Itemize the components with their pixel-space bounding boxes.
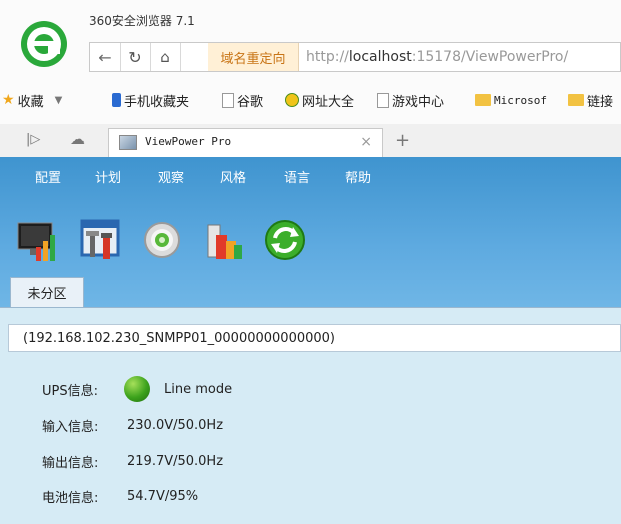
redirect-badge[interactable]: 域名重定向: [208, 43, 299, 71]
bookmark-directory[interactable]: 网址大全: [285, 88, 354, 112]
new-tab-button[interactable]: +: [395, 130, 410, 151]
device-header[interactable]: (192.168.102.230_SNMPP01_00000000000000): [8, 324, 621, 352]
phone-icon: [112, 93, 121, 107]
bookmark-favorites[interactable]: ★ 收藏 ▼: [2, 88, 62, 112]
bookmark-phone[interactable]: 手机收藏夹: [112, 88, 189, 112]
back-button[interactable]: ←: [90, 43, 121, 71]
globe-icon: [285, 93, 299, 107]
address-bar[interactable]: ← ↻ ⌂ 域名重定向 http://localhost:15178/ViewP…: [89, 42, 621, 72]
tab-ungrouped[interactable]: 未分区: [10, 277, 84, 307]
menu-bar: 配置 计划 观察 风格 语言 帮助: [0, 167, 621, 187]
battery-info-value: 54.7V/95%: [127, 488, 199, 504]
monitor-chart-icon[interactable]: [16, 217, 60, 263]
bookmark-label: 收藏: [17, 94, 44, 110]
star-plus-icon: ★: [2, 92, 15, 108]
refresh-circle-icon[interactable]: [263, 217, 307, 263]
bookmark-label: 链接: [587, 94, 614, 110]
browser-chrome: 360安全浏览器 7.1 ← ↻ ⌂ 域名重定向 http://localhos…: [0, 0, 621, 158]
tab-title: ViewPower Pro: [145, 135, 232, 148]
url-field[interactable]: http://localhost:15178/ViewPowerPro/: [306, 43, 568, 71]
bookmarks-bar: ★ 收藏 ▼ 手机收藏夹 谷歌 网址大全 游戏中心 Microsof 链接: [0, 88, 621, 112]
bookmark-microsoft[interactable]: Microsof: [475, 88, 547, 112]
folder-icon: [568, 94, 584, 106]
close-tab-icon[interactable]: ×: [360, 134, 372, 150]
home-icon: ⌂: [160, 48, 170, 66]
refresh-icon: ↻: [128, 47, 142, 67]
bookmark-label: 谷歌: [237, 94, 264, 110]
output-info-row: 输出信息: 219.7V/50.0Hz: [42, 450, 223, 472]
settings-tools-icon[interactable]: [78, 217, 122, 263]
menu-view[interactable]: 观察: [158, 167, 184, 186]
page-icon: [222, 92, 234, 108]
tab-viewpower[interactable]: ViewPower Pro ×: [108, 128, 383, 157]
menu-schedule[interactable]: 计划: [95, 167, 121, 186]
chevron-down-icon: ▼: [54, 94, 63, 106]
bar-chart-icon[interactable]: [202, 217, 246, 263]
browser-logo-icon: [21, 21, 67, 67]
bookmark-google[interactable]: 谷歌: [222, 88, 263, 112]
input-info-row: 输入信息: 230.0V/50.0Hz: [42, 414, 223, 436]
input-info-label: 输入信息:: [42, 419, 99, 435]
cloud-icon[interactable]: ☁: [70, 130, 85, 148]
status-indicator-icon: [124, 376, 150, 402]
browser-title: 360安全浏览器 7.1: [89, 14, 195, 28]
bookmark-label: Microsof: [494, 93, 547, 107]
device-panel: (192.168.102.230_SNMPP01_00000000000000)…: [0, 307, 621, 524]
sidebar-toggle-icon[interactable]: |▷: [26, 132, 40, 147]
ups-info-label: UPS信息:: [42, 383, 98, 399]
page-icon: [377, 92, 389, 108]
battery-info-label: 电池信息:: [42, 490, 99, 506]
menu-help[interactable]: 帮助: [345, 167, 371, 186]
url-host: localhost: [348, 49, 412, 65]
refresh-button[interactable]: ↻: [120, 43, 151, 71]
battery-info-row: 电池信息: 54.7V/95%: [42, 485, 198, 507]
site-favicon-icon: [119, 135, 137, 150]
ups-info-value: Line mode: [164, 381, 233, 397]
menu-style[interactable]: 风格: [220, 167, 246, 186]
url-prefix: http://: [306, 49, 349, 65]
input-info-value: 230.0V/50.0Hz: [127, 417, 224, 433]
bookmark-games[interactable]: 游戏中心: [377, 88, 444, 112]
output-info-label: 输出信息:: [42, 455, 99, 471]
output-info-value: 219.7V/50.0Hz: [127, 453, 224, 469]
folder-icon: [475, 94, 491, 106]
ups-info-row: UPS信息: Line mode: [42, 376, 233, 402]
url-rest: :15178/ViewPowerPro/: [411, 49, 569, 65]
tab-bar: |▷ ☁ ViewPower Pro × +: [0, 124, 621, 158]
home-button[interactable]: ⌂: [150, 43, 181, 71]
menu-config[interactable]: 配置: [35, 167, 61, 186]
app-header: 配置 计划 观察 风格 语言 帮助 未分区: [0, 157, 621, 307]
bookmark-label: 游戏中心: [392, 94, 445, 110]
bookmark-links[interactable]: 链接: [568, 88, 613, 112]
bookmark-label: 手机收藏夹: [124, 94, 190, 110]
gear-icon[interactable]: [140, 217, 184, 263]
menu-language[interactable]: 语言: [284, 167, 310, 186]
bookmark-label: 网址大全: [302, 94, 355, 110]
back-arrow-icon: ←: [98, 47, 112, 67]
